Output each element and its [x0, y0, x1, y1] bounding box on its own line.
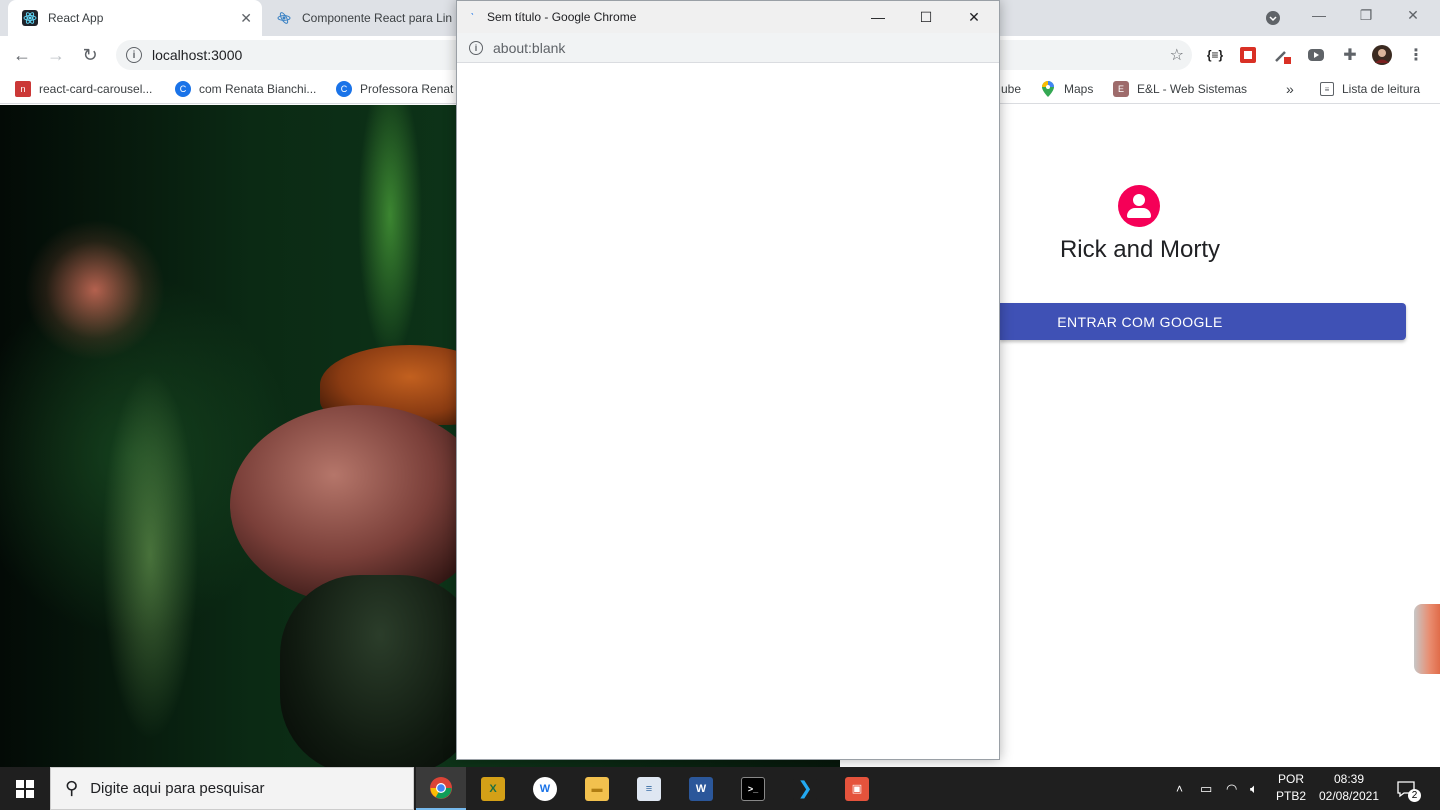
notepad-icon[interactable]: ≡ [624, 767, 674, 810]
more-bookmarks-button[interactable]: » [1286, 80, 1294, 98]
bookmark-item[interactable]: n react-card-carousel... [15, 80, 152, 98]
excel-like-icon[interactable]: X [468, 767, 518, 810]
site-icon: E [1113, 81, 1129, 97]
bookmark-item[interactable]: C com Renata Bianchi... [175, 80, 316, 98]
tab-react-app[interactable]: React App ✕ [8, 0, 262, 36]
media-extension-icon[interactable] [1306, 45, 1326, 65]
bookmark-item[interactable]: E E&L - Web Sistemas [1113, 80, 1247, 98]
address-url[interactable]: localhost:3000 [152, 47, 242, 63]
react-icon [276, 10, 292, 26]
vscode-icon[interactable]: ❯ [780, 767, 830, 810]
windows-start-icon[interactable] [0, 767, 50, 810]
profile-menu-icon[interactable] [1250, 3, 1296, 33]
file-explorer-icon[interactable]: ▬ [572, 767, 622, 810]
battery-icon[interactable]: ▭ [1200, 767, 1212, 810]
keyboard-language[interactable]: POR PTB2 [1272, 771, 1310, 805]
bookmark-item[interactable]: C Professora Renat [336, 80, 453, 98]
notification-icon[interactable]: 2 [1396, 767, 1421, 810]
restore-icon[interactable]: ❐ [1343, 0, 1389, 30]
close-window-icon[interactable]: ✕ [1390, 0, 1436, 30]
taskbar-search[interactable]: ⚲ Digite aqui para pesquisar [50, 767, 414, 810]
npm-icon: n [15, 81, 31, 97]
tab-componente-react[interactable]: Componente React para Lin [262, 0, 462, 36]
notification-count: 2 [1408, 789, 1421, 802]
reading-list-button[interactable]: ≡ Lista de leitura [1320, 80, 1420, 98]
taskbar: ⚲ Digite aqui para pesquisar X W ▬ ≡ W >… [0, 767, 1440, 810]
dragonfly-body [280, 575, 480, 767]
menu-kebab-icon[interactable]: ⋮ [1406, 45, 1426, 65]
floating-side-widget[interactable] [1414, 604, 1440, 674]
volume-icon[interactable]: 🔈︎ [1250, 767, 1258, 810]
reload-icon[interactable]: ↻ [78, 43, 102, 67]
person-icon [1118, 185, 1160, 227]
eyedropper-extension-icon[interactable] [1272, 45, 1292, 65]
popup-url[interactable]: about:blank [493, 40, 565, 56]
wifi-icon[interactable]: ◠ [1226, 767, 1237, 810]
bookmark-item[interactable]: ube [1001, 80, 1021, 98]
forward-icon[interactable]: → [44, 43, 68, 67]
circle-c-icon: C [175, 81, 191, 97]
puzzle-icon[interactable]: ✚ [1340, 45, 1360, 65]
terminal-icon[interactable]: >_ [728, 767, 778, 810]
avatar[interactable] [1372, 45, 1392, 65]
close-icon[interactable]: ✕ [240, 10, 252, 27]
star-icon[interactable]: ☆ [1170, 45, 1184, 65]
app-icon[interactable]: W [520, 767, 570, 810]
loading-icon: ‵ [471, 12, 474, 24]
sign-in-google-button[interactable]: ENTRAR COM GOOGLE [1000, 303, 1406, 340]
react-icon [22, 10, 38, 26]
tab-title: Componente React para Lin [302, 11, 453, 25]
popup-address-bar[interactable]: i about:blank [457, 33, 999, 63]
popup-title: Sem título - Google Chrome [487, 10, 637, 24]
clock[interactable]: 08:39 02/08/2021 [1314, 771, 1384, 805]
minimize-icon[interactable]: — [855, 1, 901, 33]
circle-c-icon: C [336, 81, 352, 97]
minimize-icon[interactable]: — [1296, 0, 1342, 30]
maps-pin-icon [1040, 81, 1056, 97]
chevron-up-icon[interactable]: ˄ [1176, 767, 1183, 810]
popup-window: ‵ Sem título - Google Chrome — ☐ ✕ i abo… [456, 0, 1000, 760]
app-red-icon[interactable]: ▣ [832, 767, 882, 810]
login-title: Rick and Morty [1059, 236, 1221, 263]
popup-titlebar[interactable]: ‵ Sem título - Google Chrome — ☐ ✕ [457, 1, 999, 33]
chrome-icon[interactable] [416, 767, 466, 810]
maximize-icon[interactable]: ☐ [903, 1, 949, 33]
close-icon[interactable]: ✕ [951, 1, 997, 33]
bookmark-item[interactable]: Maps [1040, 80, 1093, 98]
tab-title: React App [48, 11, 104, 25]
login-panel: Rick and Morty ENTRAR COM GOOGLE [1000, 105, 1440, 767]
reading-list-icon: ≡ [1320, 82, 1334, 96]
json-extension-icon[interactable]: {≡} [1205, 45, 1225, 65]
info-icon[interactable]: i [469, 40, 483, 55]
search-placeholder: Digite aqui para pesquisar [90, 780, 265, 797]
word-icon[interactable]: W [676, 767, 726, 810]
back-icon[interactable]: ← [10, 43, 34, 67]
extension-icon[interactable] [1238, 45, 1258, 65]
info-icon[interactable]: i [126, 47, 142, 63]
search-icon: ⚲ [65, 778, 79, 798]
